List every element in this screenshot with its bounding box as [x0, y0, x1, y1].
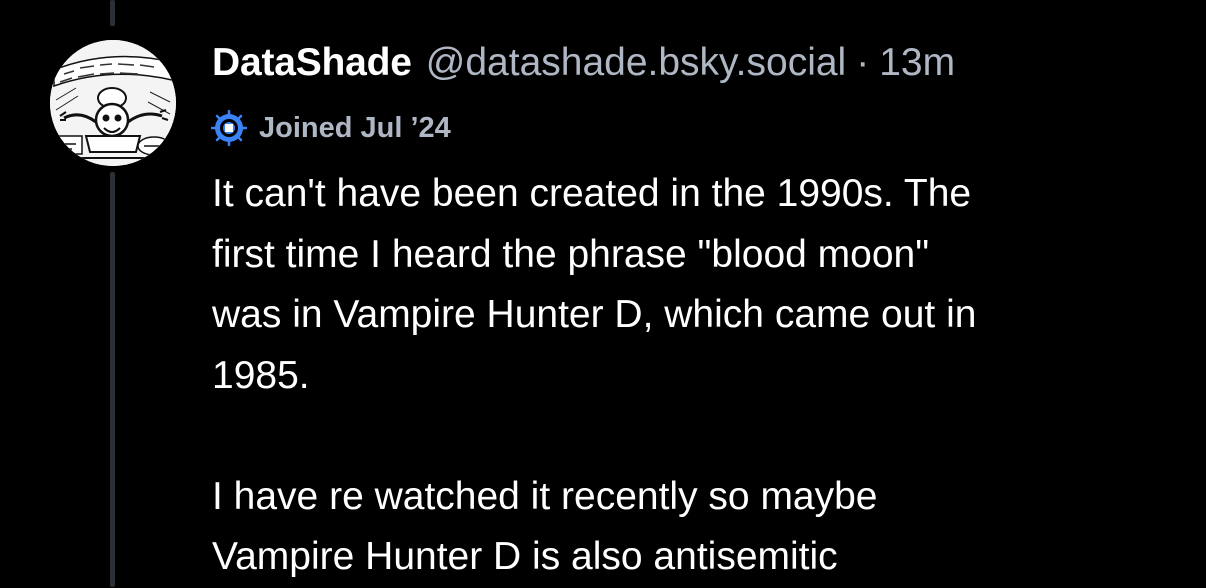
- post-timestamp[interactable]: 13m: [879, 38, 955, 88]
- avatar[interactable]: [50, 40, 176, 166]
- header-separator: ·: [856, 41, 870, 84]
- new-user-badge-icon: [210, 109, 248, 147]
- post-text: It can't have been created in the 1990s.…: [212, 164, 1172, 588]
- post-paragraph-1: It can't have been created in the 1990s.…: [212, 172, 977, 397]
- post-paragraph-2: I have re watched it recently so maybe V…: [212, 474, 878, 579]
- cartoon-avatar-icon: [50, 40, 176, 166]
- joined-badge: Joined Jul ’24: [210, 108, 451, 148]
- thread-line-bottom: [110, 172, 115, 587]
- author-display-name[interactable]: DataShade: [212, 38, 412, 88]
- thread-line-top: [110, 0, 115, 26]
- post-header: DataShade @datashade.bsky.social · 13m: [212, 38, 955, 88]
- author-handle[interactable]: @datashade.bsky.social: [426, 38, 846, 88]
- joined-label: Joined Jul ’24: [259, 111, 451, 144]
